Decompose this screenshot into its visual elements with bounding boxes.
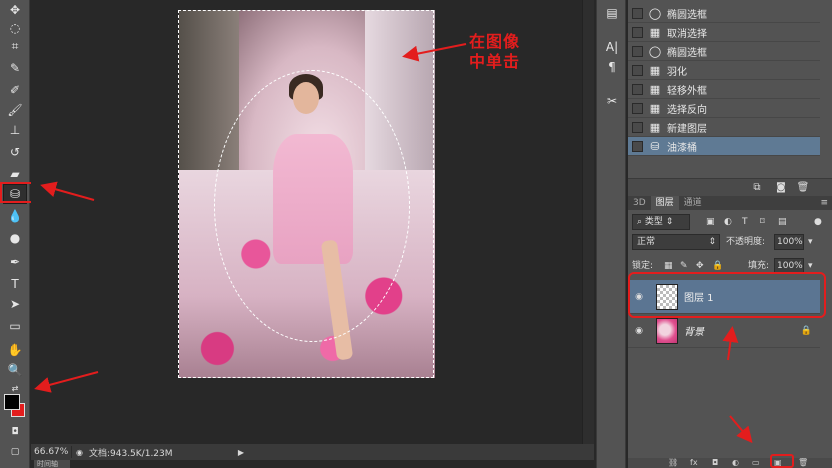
filter-smart-object-icon[interactable]: ▤ <box>778 215 787 229</box>
lock-position-icon[interactable]: ✥ <box>696 259 704 273</box>
snapshot-camera-icon[interactable]: ◙ <box>774 181 788 195</box>
pen-tool-icon[interactable]: ✒ <box>3 252 27 272</box>
rectangle-tool-icon[interactable]: ▭ <box>3 316 27 336</box>
hand-tool-icon[interactable]: ✋ <box>3 340 27 360</box>
paragraph-panel-icon[interactable]: ¶ <box>602 58 622 76</box>
lock-image-icon[interactable]: ✎ <box>680 259 688 273</box>
zoom-level[interactable]: 66.67% <box>31 447 68 457</box>
lock-label: 锁定: <box>632 261 654 271</box>
marquee-tool-icon[interactable]: ◌ <box>3 18 27 38</box>
document-size-info: 文档:943.5K/1.23M <box>88 448 173 459</box>
brush-tool-icon[interactable]: 🖌 <box>3 100 27 120</box>
layer-style-icon[interactable]: fx <box>690 458 698 468</box>
add-mask-icon[interactable]: ◘ <box>712 458 718 468</box>
quick-mask-icon[interactable]: ◘ <box>3 422 27 442</box>
type-tool-icon[interactable]: T <box>3 274 27 294</box>
filter-pixel-icon[interactable]: ▣ <box>706 215 715 229</box>
crop-tool-icon[interactable]: ⌗ <box>3 36 27 56</box>
tool-presets-icon[interactable]: ✂ <box>602 92 622 110</box>
opacity-label: 不透明度: <box>726 237 766 247</box>
healing-brush-tool-icon[interactable]: ✐ <box>3 80 27 100</box>
highlight-layer1 <box>628 272 826 318</box>
history-step-icon: ▦ <box>649 63 661 77</box>
panel-dock-strip: ▤ A| ¶ ✂ <box>596 0 626 468</box>
search-icon: ⌕ <box>637 217 645 227</box>
history-item[interactable]: ▦ 轻移外框 <box>628 80 820 99</box>
history-item[interactable]: ▦ 羽化 <box>628 61 820 80</box>
layer-filter-select[interactable]: ⌕ 类型 ⇕ <box>632 214 690 230</box>
character-panel-icon[interactable]: A| <box>602 38 622 56</box>
new-document-from-state-icon[interactable]: ⧉ <box>750 181 764 195</box>
link-layers-icon[interactable]: ⛓ <box>668 458 678 468</box>
zoom-tool-icon[interactable]: 🔍 <box>3 360 27 380</box>
layer-name: 背景 <box>684 327 704 338</box>
annotation-line-1: 在图像 <box>469 32 521 51</box>
highlight-new-layer-button <box>770 454 794 468</box>
screen-mode-icon[interactable]: ▢ <box>3 442 27 462</box>
layer-row-background[interactable]: ◉ 背景 🔒 <box>628 314 820 348</box>
history-item[interactable]: ▦ 取消选择 <box>628 23 820 42</box>
filter-adjustment-icon[interactable]: ◐ <box>724 215 732 229</box>
history-brush-tool-icon[interactable]: ↺ <box>3 142 27 162</box>
annotation-line-2: 中单击 <box>469 52 521 71</box>
blend-mode-select[interactable]: 正常 ⇕ <box>632 234 720 250</box>
eyedropper-tool-icon[interactable]: ✎ <box>3 58 27 78</box>
history-item[interactable]: ◯ 椭圆选框 <box>628 4 820 23</box>
paint-bucket-icon: ⛁ <box>650 139 660 153</box>
status-menu-arrow-icon[interactable]: ▶ <box>238 448 244 457</box>
ellipse-marquee-icon: ◯ <box>648 6 662 20</box>
lock-icon: 🔒 <box>800 325 812 336</box>
history-step-icon: ▦ <box>649 25 661 39</box>
tab-3d[interactable]: 3D <box>628 196 651 210</box>
lock-transparent-icon[interactable]: ▦ <box>664 259 673 273</box>
timeline-tab[interactable]: 时间轴 <box>34 460 70 468</box>
adjustment-layer-icon[interactable]: ◐ <box>732 458 739 468</box>
ellipse-marquee-icon: ◯ <box>648 44 662 58</box>
foreground-color-swatch[interactable] <box>4 394 20 410</box>
fill-dropdown-icon[interactable]: ▾ <box>808 259 813 273</box>
history-panel: ◯ 椭圆选框 ▦ 取消选择 ◯ 椭圆选框 ▦ 羽化 ▦ 轻移外框 ▦ 选择反向 ▦ 新建图层 … <box>628 0 832 178</box>
annotation-text: 在图像 中单击 <box>469 32 520 72</box>
eraser-tool-icon[interactable]: ▰ <box>3 164 27 184</box>
tab-layers[interactable]: 图层 <box>650 196 679 210</box>
layers-panel: 3D 图层 通道 ≡ ⌕ 类型 ⇕ ▣ ◐ T ⌑ ▤ ● 正常 ⇕ 不透明度: … <box>628 196 832 468</box>
visibility-eye-icon[interactable]: ◉ <box>628 326 650 336</box>
vertical-scrollbar[interactable] <box>582 0 594 444</box>
history-item[interactable]: ▦ 新建图层 <box>628 118 820 137</box>
layers-panel-footer: ⛓ fx ◘ ◐ ▭ ▣ 🗑 <box>628 458 832 468</box>
history-step-icon: ▦ <box>649 120 661 134</box>
filter-type-icon[interactable]: T <box>742 215 748 229</box>
elliptical-selection <box>214 70 410 342</box>
tools-panel: ✥ ◌ ⌗ ✎ ✐ 🖌 ⊥ ↺ ▰ ⛁ 💧 ● ✒ T ➤ ▭ ✋ 🔍 ⇄ ◘ … <box>0 0 30 468</box>
filter-shape-icon[interactable]: ⌑ <box>760 215 765 229</box>
lock-all-icon[interactable]: 🔒 <box>712 259 723 273</box>
trash-icon[interactable]: 🗑 <box>796 181 810 195</box>
opacity-dropdown-icon[interactable]: ▾ <box>808 235 813 249</box>
history-step-icon: ▦ <box>649 101 661 115</box>
history-item-selected[interactable]: ⛁ 油漆桶 <box>628 137 820 156</box>
new-group-icon[interactable]: ▭ <box>752 458 760 468</box>
blur-tool-icon[interactable]: 💧 <box>3 206 27 226</box>
opacity-input[interactable]: 100% <box>774 234 804 250</box>
dodge-tool-icon[interactable]: ● <box>3 228 27 248</box>
tab-channels[interactable]: 通道 <box>679 196 707 210</box>
layers-panel-tabs: 3D 图层 通道 ≡ <box>628 196 832 210</box>
status-icon[interactable]: ◉ <box>76 448 83 457</box>
path-selection-tool-icon[interactable]: ➤ <box>3 294 27 314</box>
clone-stamp-tool-icon[interactable]: ⊥ <box>3 120 27 140</box>
panel-menu-icon[interactable]: ≡ <box>820 196 828 210</box>
fill-label: 填充: <box>748 261 770 271</box>
photoshop-window: { "canvas": { "annotation_line1": "在图像",… <box>0 0 832 468</box>
layer-thumbnail <box>656 317 678 344</box>
histogram-icon[interactable]: ▤ <box>602 4 622 22</box>
history-item[interactable]: ◯ 椭圆选框 <box>628 42 820 61</box>
move-tool-icon[interactable]: ✥ <box>3 0 27 20</box>
history-panel-footer: ⧉ ◙ 🗑 <box>628 178 832 196</box>
history-item[interactable]: ▦ 选择反向 <box>628 99 820 118</box>
filter-toggle-icon[interactable]: ● <box>814 215 822 229</box>
delete-layer-icon[interactable]: 🗑 <box>798 458 808 468</box>
history-step-icon: ▦ <box>649 82 661 96</box>
status-bar: 66.67% ◉ 文档:943.5K/1.23M ▶ <box>31 444 594 460</box>
